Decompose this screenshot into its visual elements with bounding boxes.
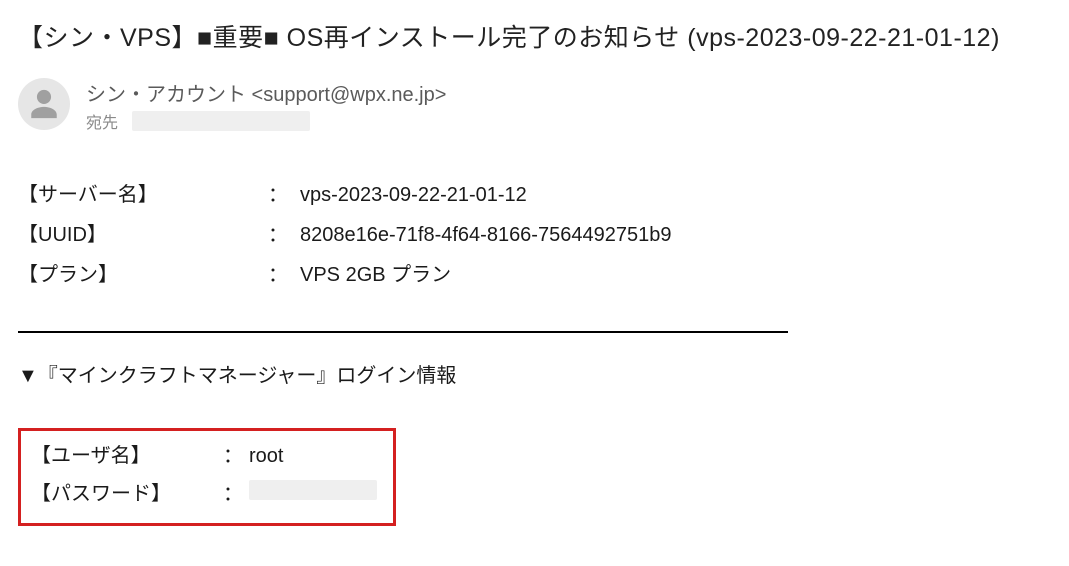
login-row: 【パスワード】 ： [31,475,383,513]
info-label: 【サーバー名】 [18,175,268,215]
login-label: 【パスワード】 [31,475,223,513]
info-label: 【UUID】 [18,215,268,255]
colon: ： [268,175,300,215]
person-icon [27,87,61,121]
login-label: 【ユーザ名】 [31,437,223,475]
login-value-username: root [249,437,383,475]
info-row: 【UUID】 ： 8208e16e-71f8-4f64-8166-7564492… [18,215,1051,255]
login-row: 【ユーザ名】 ： root [31,437,383,475]
sender-row: シン・アカウント <support@wpx.ne.jp> 宛先 [18,76,1051,133]
server-info-table: 【サーバー名】 ： vps-2023-09-22-21-01-12 【UUID】… [18,175,1051,295]
email-subject: 【シン・VPS】■重要■ OS再インストール完了のお知らせ (vps-2023-… [18,18,1051,54]
avatar [18,78,70,130]
info-value: vps-2023-09-22-21-01-12 [300,175,1051,215]
colon: ： [223,475,249,513]
divider [18,331,788,333]
info-label: 【プラン】 [18,255,268,295]
to-label: 宛先 [86,109,118,133]
login-value-password [249,475,383,513]
colon: ： [268,215,300,255]
recipient-redacted [132,111,310,131]
sender-name: シン・アカウント <support@wpx.ne.jp> [86,78,446,107]
info-value: 8208e16e-71f8-4f64-8166-7564492751b9 [300,215,1051,255]
login-section-title: ▼『マインクラフトマネージャー』ログイン情報 [18,359,1051,388]
login-credentials-box: 【ユーザ名】 ： root 【パスワード】 ： [18,428,396,526]
info-value: VPS 2GB プラン [300,255,1051,295]
info-row: 【プラン】 ： VPS 2GB プラン [18,255,1051,295]
colon: ： [223,437,249,475]
info-row: 【サーバー名】 ： vps-2023-09-22-21-01-12 [18,175,1051,215]
colon: ： [268,255,300,295]
password-redacted [249,480,377,500]
